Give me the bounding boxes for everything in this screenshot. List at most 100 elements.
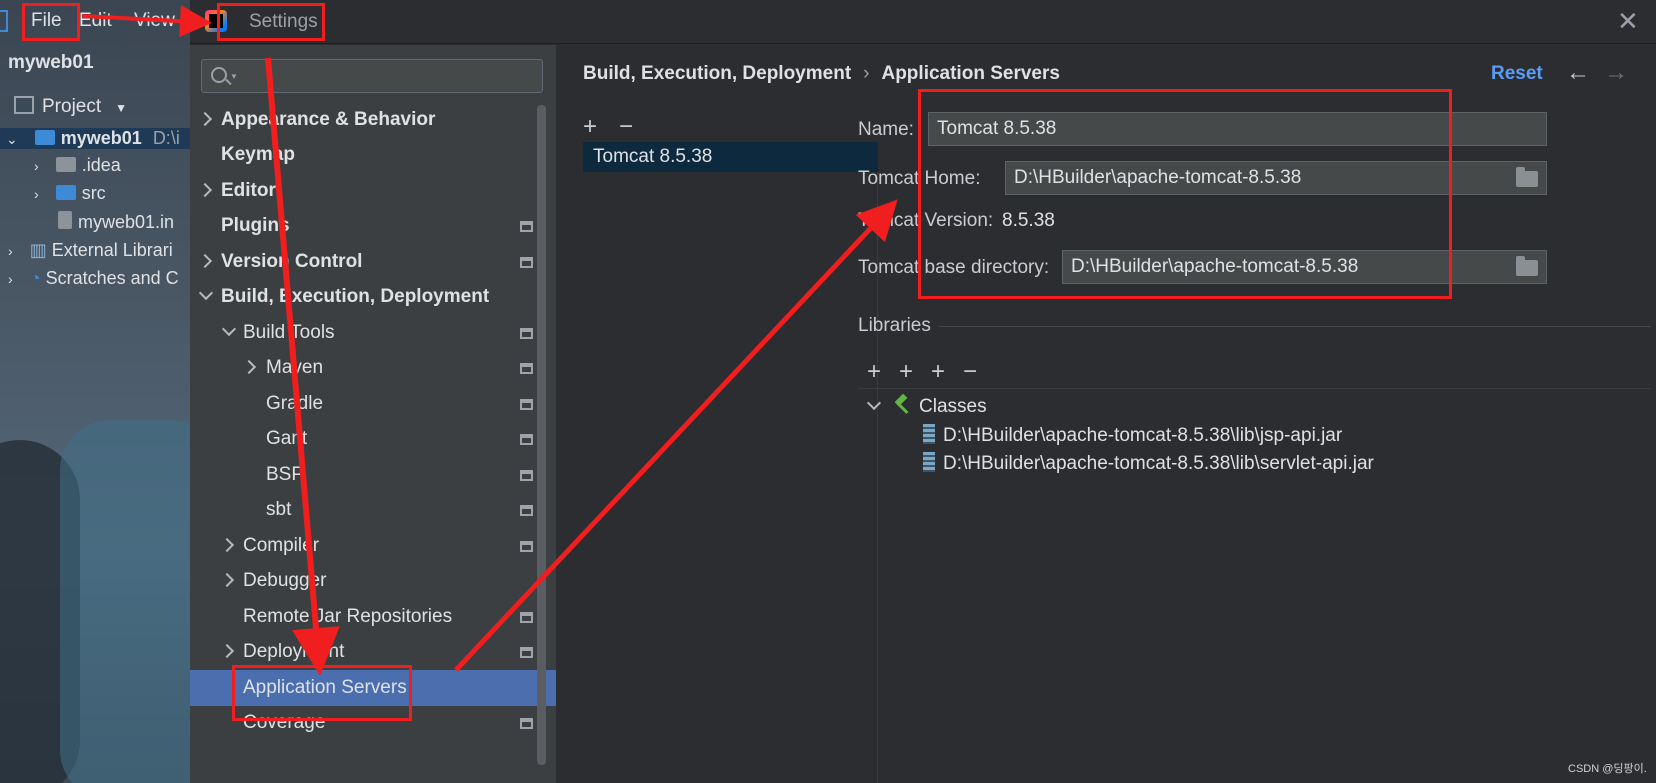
add-icon[interactable]: + [583,113,597,140]
nav-sbt[interactable]: sbt [190,492,542,528]
nav-debugger[interactable]: Debugger [190,563,542,599]
nav-maven[interactable]: Maven [190,350,542,386]
nav-editor[interactable]: Editor [190,173,542,209]
chevron-down-icon[interactable]: ⌄ [6,131,18,147]
chevron-right-icon[interactable] [241,359,257,375]
tree-label: src [81,183,106,203]
chevron-right-icon[interactable] [197,182,213,198]
tree-path: D:\i [152,128,180,148]
nav-label: Appearance & Behavior [221,109,436,130]
breadcrumb-current: Application Servers [881,63,1060,84]
nav-label: Editor [221,180,276,201]
chevron-down-icon[interactable] [221,321,237,337]
close-icon[interactable]: ✕ [1617,8,1639,34]
nav-gradle[interactable]: Gradle [190,386,542,422]
project-level-icon [520,541,533,552]
tree-row-idea[interactable]: › .idea [34,155,121,176]
chevron-right-icon[interactable]: › [8,271,13,287]
project-level-icon [520,718,533,729]
menu-edit[interactable]: Edit [79,10,112,32]
library-jar-row[interactable]: D:\HBuilder\apache-tomcat-8.5.38\lib\ser… [923,452,1374,475]
project-panel-icon [14,96,34,114]
nav-label: Compiler [243,535,320,556]
nav-label: Build, Execution, Deployment [221,286,490,307]
nav-remote-jar-repositories[interactable]: Remote Jar Repositories [190,599,542,635]
project-level-icon [520,221,533,232]
library-jar-row[interactable]: D:\HBuilder\apache-tomcat-8.5.38\lib\jsp… [923,424,1342,447]
forward-arrow-icon[interactable]: → [1604,59,1628,87]
file-icon [58,211,72,229]
jar-icon [923,452,935,472]
nav-version-control[interactable]: Version Control [190,244,542,280]
remove-icon[interactable]: − [619,113,633,140]
libraries-toolbar: + + + − [867,358,995,386]
settings-search-input[interactable]: ▼ [201,59,543,93]
reset-link[interactable]: Reset [1491,63,1543,85]
chevron-right-icon[interactable]: › [34,186,39,202]
back-arrow-icon[interactable]: ← [1566,59,1590,87]
nav-label: sbt [266,499,292,520]
add-icon[interactable]: + [867,358,881,385]
nav-scrollbar[interactable] [537,105,546,765]
wallpaper-shape [60,420,190,783]
server-toolbar: + − [583,113,655,141]
nav-label: Gant [266,428,308,449]
annotation-box-settings [217,3,325,41]
ide-background: File Edit View myweb01 Project ▼ ⌄ myweb0… [0,0,190,783]
folder-icon [34,130,55,145]
library-group[interactable]: Classes [866,395,987,418]
chevron-down-icon[interactable]: ▼ [230,72,238,81]
tree-row-scratches[interactable]: › ◔ Scratches and C [8,268,179,289]
scratches-icon: ◔ [29,268,41,288]
chevron-right-icon[interactable] [197,253,213,269]
nav-plugins[interactable]: Plugins [190,208,542,244]
annotation-box-app-servers [232,665,412,721]
chevron-right-icon[interactable]: › [8,243,13,259]
nav-compiler[interactable]: Compiler [190,528,542,564]
menu-view[interactable]: View [134,10,175,32]
ide-logo-icon [0,10,8,32]
nav-appearance-behavior[interactable]: Appearance & Behavior [190,102,542,138]
libraries-divider [939,326,1651,327]
nav-label: BSP [266,464,305,485]
nav-build-tools[interactable]: Build Tools [190,315,542,351]
chevron-down-icon[interactable]: ▼ [115,101,127,115]
nav-label: Remote Jar Repositories [243,606,453,627]
project-level-icon [520,328,533,339]
nav-label: Gradle [266,393,324,414]
project-level-icon [520,470,533,481]
nav-label: Plugins [221,215,290,236]
chevron-right-icon[interactable] [197,111,213,127]
server-list-item[interactable]: Tomcat 8.5.38 [583,142,878,172]
tree-row-project[interactable]: ⌄ myweb01 D:\i [0,128,190,149]
nav-bsp[interactable]: BSP [190,457,542,493]
dialog-title-bar [190,0,1656,44]
tree-label: myweb01 [60,128,142,148]
chevron-down-icon[interactable] [866,395,882,411]
nav-build-execution-deployment[interactable]: Build, Execution, Deployment [190,279,542,315]
chevron-right-icon[interactable] [219,572,235,588]
add-jar-icon[interactable]: + [931,358,945,385]
chevron-right-icon[interactable] [219,643,235,659]
nav-label: Debugger [243,570,327,591]
project-title: myweb01 [8,52,94,73]
tree-row-iml[interactable]: myweb01.in [58,211,174,233]
nav-label: Build Tools [243,322,335,343]
tree-row-src[interactable]: › src [34,183,106,204]
tree-row-external-libraries[interactable]: › ▥ External Librari [8,240,173,261]
folder-icon[interactable] [1516,256,1538,276]
nav-keymap[interactable]: Keymap [190,137,542,173]
nav-gant[interactable]: Gant [190,421,542,457]
tree-label: Scratches and C [45,268,179,288]
chevron-right-icon[interactable]: › [34,158,39,174]
remove-icon[interactable]: − [963,358,977,385]
chevron-right-icon[interactable] [219,537,235,553]
project-level-icon [520,505,533,516]
chevron-down-icon[interactable] [198,285,214,301]
breadcrumb-parent[interactable]: Build, Execution, Deployment [583,63,851,84]
add-from-url-icon[interactable]: + [899,358,913,385]
project-tab-label: Project [42,96,102,117]
project-tool-tab[interactable]: Project ▼ [14,96,127,118]
nav-label: Keymap [221,144,295,165]
folder-icon[interactable] [1516,167,1538,187]
